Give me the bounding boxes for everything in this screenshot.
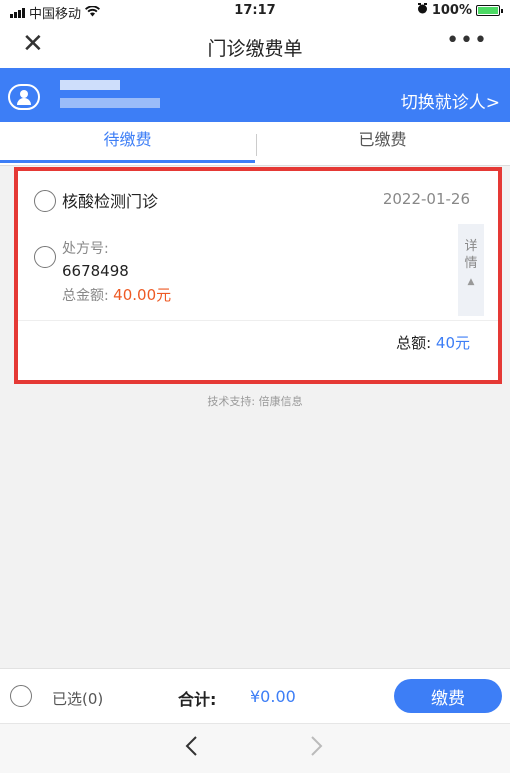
bill-card: 核酸检测门诊 2022-01-26 处方号: 6678498 总金额: 40.0… (18, 170, 498, 380)
amount-row: 总金额: 40.00元 (62, 284, 171, 305)
clinic-select-radio[interactable] (34, 190, 56, 212)
user-avatar-icon (8, 84, 40, 110)
total-label: 总额: (396, 334, 432, 352)
payment-bottom-bar: 已选(0) 合计: ¥0.00 缴费 (0, 668, 510, 723)
total-value: 40元 (435, 334, 470, 352)
tech-support-text: 技术支持: 倍康信息 (207, 395, 303, 408)
more-icon[interactable]: ••• (446, 28, 488, 53)
select-all-radio[interactable] (10, 685, 32, 707)
chevron-left-icon[interactable] (184, 734, 198, 764)
nav-bar: ✕ 门诊缴费单 ••• (0, 22, 510, 68)
detail-label-bottom: 情 (464, 256, 478, 271)
page-title: 门诊缴费单 (207, 38, 303, 60)
prescription-label: 处方号: (62, 241, 109, 257)
clinic-name: 核酸检测门诊 (62, 192, 159, 211)
prescription-number: 6678498 (62, 262, 129, 280)
amount-value: 40.00元 (113, 286, 172, 304)
detail-label-top: 详 (464, 239, 478, 254)
sum-label: 合计: (178, 690, 217, 709)
pay-button[interactable]: 缴费 (394, 679, 502, 713)
selected-count: 已选(0) (52, 690, 104, 708)
patient-name-redacted (60, 80, 120, 90)
chevron-right-icon[interactable] (310, 734, 324, 764)
status-bar: 中国移动 17:17 100% (0, 0, 510, 22)
card-divider (18, 320, 498, 321)
sum-value: ¥0.00 (250, 687, 296, 706)
battery-percent: 100% (431, 3, 472, 18)
caret-up-icon: ▲ (467, 277, 475, 287)
detail-toggle[interactable]: 详 情 ▲ (458, 224, 484, 316)
switch-patient-link[interactable]: 切换就诊人> (401, 88, 500, 113)
tab-divider (256, 134, 257, 156)
tab-paid[interactable]: 已缴费 (255, 122, 510, 166)
patient-bar: 切换就诊人> (0, 68, 510, 122)
status-right: 100% (417, 3, 503, 18)
browser-toolbar (0, 723, 510, 773)
alarm-icon (417, 3, 428, 18)
amount-label: 总金额: (62, 288, 109, 304)
clinic-date: 2022-01-26 (382, 190, 470, 208)
card-total: 总额: 40元 (396, 332, 470, 353)
patient-id-redacted (60, 98, 160, 108)
battery-charging-icon (476, 5, 503, 16)
tab-active-indicator (0, 160, 255, 163)
prescription-select-radio[interactable] (34, 246, 56, 268)
